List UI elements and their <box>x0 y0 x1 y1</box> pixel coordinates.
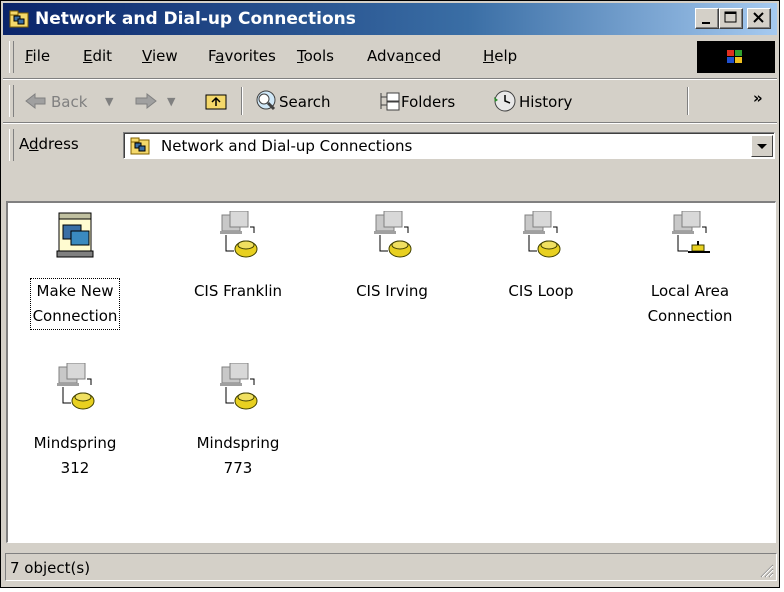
menu-favorites[interactable]: Favorites <box>208 47 276 65</box>
list-item-cis-irving[interactable]: CIS Irving <box>327 211 457 341</box>
up-folder-button[interactable] <box>203 87 233 115</box>
list-item-mindspring-773[interactable]: Mindspring 773 <box>173 363 303 493</box>
item-label: Make New Connection <box>10 278 140 330</box>
windows-flag-icon <box>727 50 742 63</box>
toolbar-separator <box>241 87 243 115</box>
menu-help[interactable]: Help <box>483 47 517 65</box>
menu-file[interactable]: File <box>25 47 50 65</box>
back-dropdown-icon[interactable]: ▼ <box>105 95 113 108</box>
forward-dropdown-icon[interactable]: ▼ <box>167 95 175 108</box>
window-title: Network and Dial-up Connections <box>35 9 356 29</box>
maximize-button[interactable] <box>719 8 743 29</box>
folders-button[interactable]: Folders <box>377 87 487 115</box>
dialup-connection-icon <box>523 211 561 258</box>
connections-list-view[interactable]: Make New Connection CIS Franklin CIS Irv… <box>6 201 776 543</box>
toolbar-separator <box>687 87 689 115</box>
address-bar: Address Network and Dial-up Connections <box>5 125 777 165</box>
menu-view[interactable]: View <box>142 47 178 65</box>
status-object-count: 7 object(s) <box>10 559 91 577</box>
dialup-connection-icon <box>374 211 412 258</box>
menu-bar: File Edit View Favorites Tools Advanced … <box>5 37 777 77</box>
status-bar: 7 object(s) <box>5 549 777 583</box>
dialup-connection-icon <box>57 363 95 410</box>
dialup-connection-icon <box>220 363 258 410</box>
forward-arrow-icon <box>135 92 157 110</box>
back-button[interactable]: Back ▼ <box>23 87 123 115</box>
back-arrow-icon <box>25 92 46 110</box>
address-field-frame: Network and Dial-up Connections <box>124 133 774 158</box>
windows-logo-throbber <box>697 41 775 73</box>
address-value: Network and Dial-up Connections <box>161 137 413 155</box>
search-icon <box>256 90 276 111</box>
maximize-icon <box>724 11 737 23</box>
lan-connection-icon <box>672 211 710 253</box>
network-folder-icon <box>130 137 150 155</box>
list-item-cis-franklin[interactable]: CIS Franklin <box>173 211 303 341</box>
minimize-icon <box>702 22 710 24</box>
item-label: Local Area Connection <box>647 282 733 325</box>
dialup-connection-icon <box>220 211 258 258</box>
chevron-down-icon <box>757 144 767 149</box>
toolbar-address-divider <box>3 122 777 124</box>
close-icon <box>753 12 764 23</box>
menu-tools[interactable]: Tools <box>297 47 334 65</box>
list-item-cis-loop[interactable]: CIS Loop <box>476 211 606 341</box>
standard-toolbar: Back ▼ ▼ Search Folders History » <box>5 81 777 121</box>
menu-edit[interactable]: Edit <box>83 47 112 65</box>
make-new-connection-icon <box>56 212 94 258</box>
menu-advanced[interactable]: Advanced <box>367 47 441 65</box>
history-icon <box>494 90 516 112</box>
folders-icon <box>380 92 400 111</box>
item-label: CIS Franklin <box>193 282 283 300</box>
list-item-local-area-connection[interactable]: Local Area Connection <box>625 211 755 341</box>
item-label: CIS Loop <box>508 282 574 300</box>
explorer-window: Network and Dial-up Connections File Edi… <box>0 0 780 588</box>
item-label: Mindspring 312 <box>33 434 117 477</box>
search-button[interactable]: Search <box>253 87 363 115</box>
item-label: Mindspring 773 <box>196 434 280 477</box>
address-combobox[interactable]: Network and Dial-up Connections <box>123 132 775 159</box>
toolbar-overflow-chevron[interactable]: » <box>753 89 763 107</box>
list-item-make-new-connection[interactable]: Make New Connection <box>10 211 140 341</box>
address-dropdown-button[interactable] <box>751 135 773 157</box>
title-bar[interactable]: Network and Dial-up Connections <box>3 3 777 35</box>
focus-label: Make New Connection <box>29 278 121 330</box>
history-button[interactable]: History <box>491 87 611 115</box>
minimize-button[interactable] <box>695 8 719 29</box>
address-label: Address <box>19 135 79 153</box>
menu-bar-grip[interactable] <box>9 41 14 73</box>
close-button[interactable] <box>747 8 771 29</box>
status-panel: 7 object(s) <box>5 553 777 581</box>
list-item-mindspring-312[interactable]: Mindspring 312 <box>10 363 140 493</box>
network-folder-icon <box>9 10 29 28</box>
menu-toolbar-divider <box>3 78 777 80</box>
toolbar-grip[interactable] <box>9 85 14 117</box>
resize-grip-icon[interactable] <box>758 562 774 578</box>
address-bar-grip[interactable] <box>9 129 14 161</box>
item-label: CIS Irving <box>356 282 428 300</box>
up-folder-icon <box>205 94 227 110</box>
forward-button[interactable]: ▼ <box>133 87 193 115</box>
